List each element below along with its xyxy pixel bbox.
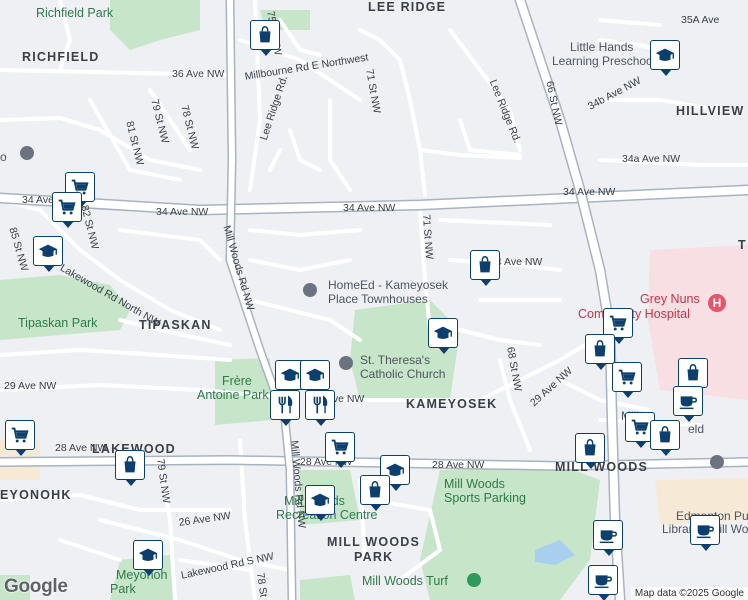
map-marker-school-cap[interactable] — [650, 40, 680, 76]
neighbourhood-label: MILL WOODS — [327, 535, 421, 549]
poi-label: Learning Preschool — [552, 54, 656, 68]
school-cap-icon — [38, 244, 58, 257]
building-pin-icon[interactable] — [303, 283, 317, 297]
map-marker-shopping-bag[interactable] — [115, 450, 145, 486]
coffee-cup-icon — [696, 525, 714, 539]
shopping-bag-icon — [259, 26, 271, 43]
place-pin-icon[interactable] — [20, 146, 34, 160]
shopping-cart-icon — [58, 199, 76, 215]
neighbourhood-label: KAMEYOSEK — [406, 397, 498, 411]
shopping-cart-icon — [631, 419, 649, 435]
park-label: Mill Woods — [444, 477, 505, 491]
park-pin-icon[interactable] — [467, 573, 481, 587]
park-label: Mill Woods Turf — [362, 574, 448, 588]
poi-label: Catholic Church — [360, 367, 446, 381]
street-label: 29 Ave NW — [4, 380, 57, 392]
restaurant-icon — [313, 395, 328, 414]
park-label: Frère — [222, 374, 252, 388]
map-marker-restaurant[interactable] — [305, 390, 335, 426]
map-marker-shopping-cart[interactable] — [5, 420, 35, 456]
park-label: Sports Parking — [444, 491, 526, 505]
map-marker-school-cap[interactable] — [33, 236, 63, 272]
street-label: 34 Ave NW — [563, 186, 616, 198]
map-marker-coffee-cup[interactable] — [593, 520, 623, 556]
map-marker-shopping-cart[interactable] — [52, 192, 82, 228]
map-marker-shopping-bag[interactable] — [360, 475, 390, 511]
shopping-cart-icon — [11, 427, 29, 443]
google-logo: Google — [4, 576, 68, 597]
hospital-label: Grey Nuns — [640, 292, 700, 306]
park-label: Tipaskan Park — [18, 316, 98, 330]
street-label: 34 Ave NW — [156, 206, 209, 218]
shopping-cart-icon — [331, 439, 349, 455]
school-cap-icon — [280, 368, 300, 381]
street-label: 34 Ave NW — [343, 202, 396, 214]
map-marker-shopping-cart[interactable] — [612, 362, 642, 398]
school-cap-icon — [310, 493, 330, 506]
map-marker-shopping-bag[interactable] — [650, 420, 680, 456]
park-label: Meyonoh — [116, 568, 168, 582]
street-label: 28 Ave NW — [55, 442, 108, 454]
school-cap-icon — [305, 368, 325, 381]
map-marker-shopping-cart[interactable] — [325, 432, 355, 468]
map-marker-restaurant[interactable] — [270, 390, 300, 426]
restaurant-icon — [278, 395, 293, 414]
map-canvas[interactable]: LEE RIDGE RICHFIELD HILLVIEW TIPASKAN KA… — [0, 0, 748, 600]
shopping-bag-icon — [687, 364, 699, 381]
shopping-bag-icon — [584, 439, 596, 456]
neighbourhood-label: LEE RIDGE — [368, 0, 447, 14]
school-cap-icon — [655, 48, 675, 61]
coffee-cup-icon — [679, 396, 697, 410]
map-marker-school-cap[interactable] — [428, 318, 458, 354]
poi-label: Little Hands — [570, 40, 634, 54]
poi-label: HomeEd - Kameyosek — [328, 278, 449, 292]
poi-label: eld — [688, 422, 705, 436]
map-marker-shopping-bag[interactable] — [575, 433, 605, 469]
hospital-icon[interactable]: H — [708, 294, 726, 312]
shopping-bag-icon — [659, 426, 671, 443]
map-marker-coffee-cup[interactable] — [690, 515, 720, 551]
map-marker-school-cap[interactable] — [305, 485, 335, 521]
shopping-bag-icon — [479, 256, 491, 273]
shopping-cart-icon — [618, 369, 636, 385]
shopping-cart-icon — [609, 315, 627, 331]
map-marker-coffee-cup[interactable] — [588, 565, 618, 600]
street-label: 36 Ave NW — [172, 68, 225, 80]
neighbourhood-label: PARK — [354, 550, 394, 564]
neighbourhood-label: RICHFIELD — [22, 50, 100, 64]
shopping-bag-icon — [124, 456, 136, 473]
map-marker-school-cap[interactable] — [133, 540, 163, 576]
neighbourhood-label: T — [738, 238, 747, 252]
hospital-label: Community Hospital — [578, 307, 690, 321]
park-label: Park — [110, 582, 136, 596]
coffee-cup-icon — [599, 530, 617, 544]
map-marker-shopping-bag[interactable] — [470, 250, 500, 286]
shopping-bag-icon — [369, 481, 381, 498]
shopping-bag-icon — [594, 340, 606, 357]
park-label: Richfield Park — [36, 6, 114, 20]
church-pin-icon[interactable] — [339, 356, 353, 370]
transit-pin-icon[interactable] — [710, 455, 724, 469]
street-label: 35A Ave — [681, 14, 720, 26]
map-marker-shopping-bag[interactable] — [585, 334, 615, 370]
map-marker-shopping-bag[interactable] — [678, 358, 708, 394]
coffee-cup-icon — [594, 575, 612, 589]
poi-label: St. Theresa's — [360, 353, 431, 367]
street-label: 34a Ave NW — [622, 153, 681, 165]
poi-label: o — [0, 150, 7, 164]
neighbourhood-label: HILLVIEW — [676, 104, 745, 118]
poi-label: Place Townhouses — [328, 292, 428, 306]
school-cap-icon — [138, 548, 158, 561]
map-marker-school-cap[interactable] — [300, 360, 330, 396]
map-attribution[interactable]: Map data ©2025 Google — [630, 587, 748, 600]
street-label: 28 Ave NW — [432, 459, 485, 471]
map-marker-coffee-cup[interactable] — [673, 386, 703, 422]
school-cap-icon — [433, 326, 453, 339]
map-marker-shopping-bag[interactable] — [250, 20, 280, 56]
park-label: Antoine Park — [197, 388, 269, 402]
neighbourhood-label: EYONOHK — [0, 488, 72, 502]
